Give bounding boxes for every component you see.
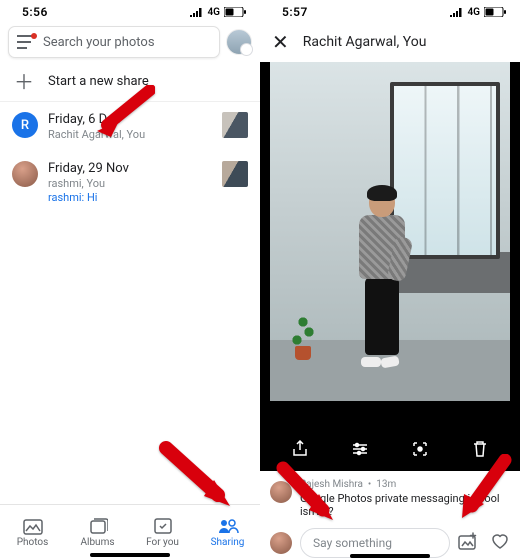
network-label: 4G	[207, 7, 220, 18]
conversation-item[interactable]: Friday, 29 Nov rashmi, You rashmi: Hi	[0, 151, 260, 214]
start-new-share-button[interactable]: ＋ Start a new share	[0, 64, 260, 102]
battery-icon	[224, 7, 246, 17]
conversation-preview: rashmi: Hi	[48, 191, 212, 204]
tab-sharing[interactable]: Sharing	[195, 505, 260, 560]
status-icons: 4G	[449, 7, 506, 18]
comment-avatar	[270, 481, 292, 503]
share-icon[interactable]	[289, 440, 311, 458]
status-bar: 5:57 4G	[260, 0, 520, 22]
tab-for-you[interactable]: For you	[130, 505, 195, 560]
conversation-members: rashmi, You	[48, 177, 212, 190]
signal-icon	[449, 7, 463, 17]
account-avatar[interactable]	[226, 29, 252, 55]
comment-item: Rajesh Mishra • 13m Google Photos privat…	[260, 471, 520, 522]
conversation-thumbnail	[222, 112, 248, 138]
trash-icon[interactable]	[469, 440, 491, 458]
home-indicator	[90, 553, 170, 557]
albums-icon	[88, 517, 108, 535]
start-new-share-label: Start a new share	[48, 74, 149, 89]
network-label: 4G	[467, 7, 480, 18]
search-input[interactable]: Search your photos	[8, 26, 220, 58]
conversation-title: Friday, 29 Nov	[48, 161, 212, 176]
search-placeholder: Search your photos	[43, 35, 155, 50]
battery-icon	[484, 7, 506, 17]
tab-photos[interactable]: Photos	[0, 505, 65, 560]
my-avatar	[270, 532, 292, 554]
comment-meta: Rajesh Mishra • 13m	[300, 479, 510, 490]
photos-icon	[23, 517, 43, 535]
avatar-letter: R	[12, 112, 38, 138]
close-icon[interactable]: ✕	[272, 30, 289, 54]
bottom-tab-bar: Photos Albums For you Sharing	[0, 504, 260, 560]
sharing-icon	[217, 517, 239, 535]
shared-photo[interactable]	[270, 62, 510, 401]
heart-icon[interactable]	[490, 532, 510, 554]
status-bar: 5:56 4G	[0, 0, 260, 22]
conversation-members: Rachit Agarwal, You	[48, 128, 212, 141]
conversation-title: Rachit Agarwal, You	[303, 34, 427, 50]
status-icons: 4G	[189, 7, 246, 18]
message-placeholder: Say something	[313, 536, 392, 550]
conversation-detail-screen: 5:57 4G ✕ Rachit Agarwal, You	[260, 0, 520, 560]
foryou-icon	[153, 517, 173, 535]
home-indicator	[350, 554, 430, 558]
status-time: 5:56	[22, 5, 48, 19]
lens-icon[interactable]	[409, 440, 431, 458]
conversation-item[interactable]: R Friday, 6 Dec Rachit Agarwal, You	[0, 102, 260, 151]
conversation-thumbnail	[222, 161, 248, 187]
shared-photo-viewer	[260, 62, 520, 471]
menu-icon[interactable]	[17, 35, 35, 49]
tune-icon[interactable]	[349, 440, 371, 458]
photo-action-bar	[260, 427, 520, 471]
avatar	[12, 161, 38, 187]
signal-icon	[189, 7, 203, 17]
conversation-title: Friday, 6 Dec	[48, 112, 212, 127]
search-row: Search your photos	[0, 22, 260, 64]
status-time: 5:57	[282, 5, 308, 19]
sharing-list-screen: 5:56 4G Search your photos ＋ Start a new…	[0, 0, 260, 560]
conversation-header: ✕ Rachit Agarwal, You	[260, 22, 520, 62]
tab-albums[interactable]: Albums	[65, 505, 130, 560]
add-photo-icon[interactable]	[458, 532, 478, 554]
comment-text: Google Photos private messaging is cool …	[300, 492, 510, 518]
